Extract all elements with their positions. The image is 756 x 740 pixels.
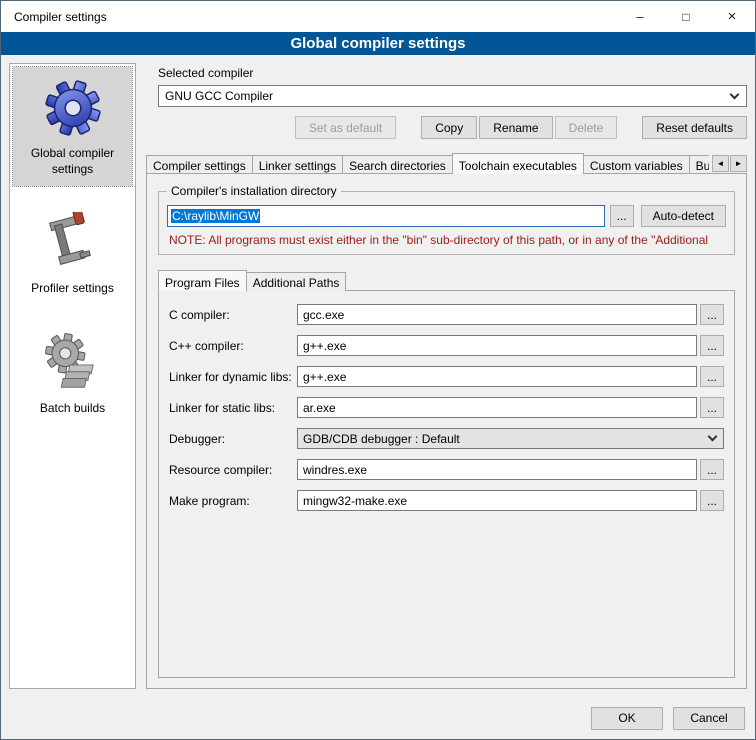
compiler-select[interactable]: GNU GCC Compiler [158, 85, 747, 107]
linker-static-input[interactable]: ar.exe [297, 397, 697, 418]
programs-location-note: NOTE: All programs must exist either in … [169, 233, 726, 247]
tab-custom-variables[interactable]: Custom variables [583, 155, 690, 174]
cpp-compiler-input[interactable]: g++.exe [297, 335, 697, 356]
tab-scroll-left-icon[interactable]: ◄ [712, 155, 729, 172]
sidebar-item-global-compiler-settings[interactable]: Global compiler settings [13, 67, 132, 186]
close-button[interactable]: × [709, 1, 755, 32]
subtab-program-files[interactable]: Program Files [158, 270, 247, 292]
debugger-label: Debugger: [169, 432, 297, 446]
subtab-additional-paths[interactable]: Additional Paths [246, 272, 347, 291]
make-program-input[interactable]: mingw32-make.exe [297, 490, 697, 511]
resource-compiler-input[interactable]: windres.exe [297, 459, 697, 480]
tab-linker-settings[interactable]: Linker settings [252, 155, 343, 174]
dialog-body: Global compiler settings Profiler settin… [1, 55, 755, 697]
tab-scroll-buttons: ◄ ► [712, 155, 747, 172]
compiler-actions: Set as default Copy Rename Delete Reset … [158, 116, 747, 139]
settings-sidebar: Global compiler settings Profiler settin… [9, 63, 136, 689]
delete-button[interactable]: Delete [555, 116, 618, 139]
installation-directory-group: Compiler's installation directory C:\ray… [158, 191, 735, 255]
tab-compiler-settings[interactable]: Compiler settings [146, 155, 253, 174]
compiler-select-value: GNU GCC Compiler [165, 89, 731, 103]
field-row-resource-compiler: Resource compiler: windres.exe ... [169, 459, 724, 480]
field-row-linker-dynamic: Linker for dynamic libs: g++.exe ... [169, 366, 724, 387]
selected-compiler-label: Selected compiler [158, 66, 747, 80]
linker-dynamic-label: Linker for dynamic libs: [169, 370, 297, 384]
install-dir-browse-button[interactable]: ... [610, 205, 634, 227]
gray-gear-stack-icon [42, 332, 104, 394]
installation-directory-label: Compiler's installation directory [167, 184, 341, 198]
chevron-down-icon [708, 432, 718, 442]
auto-detect-button[interactable]: Auto-detect [641, 205, 726, 227]
tab-toolchain-executables[interactable]: Toolchain executables [452, 153, 584, 174]
program-files-tab-bar: Program Files Additional Paths [158, 270, 735, 291]
tab-search-directories[interactable]: Search directories [342, 155, 453, 174]
sidebar-item-profiler-settings[interactable]: Profiler settings [13, 202, 132, 306]
cpp-compiler-label: C++ compiler: [169, 339, 297, 353]
install-dir-input[interactable]: C:\raylib\MinGW [167, 205, 605, 227]
make-program-browse-button[interactable]: ... [700, 490, 724, 511]
dialog-header: Global compiler settings [1, 32, 755, 55]
linker-static-value: ar.exe [303, 401, 336, 415]
field-row-c-compiler: C compiler: gcc.exe ... [169, 304, 724, 325]
minimize-button[interactable]: – [617, 1, 663, 32]
c-compiler-value: gcc.exe [303, 308, 344, 322]
sidebar-item-label: Global compiler settings [15, 146, 130, 177]
copy-button[interactable]: Copy [421, 116, 477, 139]
resource-compiler-label: Resource compiler: [169, 463, 297, 477]
linker-dynamic-value: g++.exe [303, 370, 346, 384]
main-panel: Selected compiler GNU GCC Compiler Set a… [146, 63, 747, 689]
linker-static-label: Linker for static libs: [169, 401, 297, 415]
title-bar: Compiler settings – □ × [1, 1, 755, 32]
debugger-select[interactable]: GDB/CDB debugger : Default [297, 428, 724, 449]
cpp-compiler-browse-button[interactable]: ... [700, 335, 724, 356]
cpp-compiler-value: g++.exe [303, 339, 346, 353]
c-compiler-input[interactable]: gcc.exe [297, 304, 697, 325]
linker-static-browse-button[interactable]: ... [700, 397, 724, 418]
install-dir-selected-text: C:\raylib\MinGW [171, 209, 260, 223]
sidebar-item-label: Profiler settings [15, 281, 130, 297]
debugger-select-value: GDB/CDB debugger : Default [303, 432, 709, 446]
sidebar-item-label: Batch builds [15, 401, 130, 417]
make-program-label: Make program: [169, 494, 297, 508]
chevron-down-icon [730, 89, 740, 99]
sidebar-item-batch-builds[interactable]: Batch builds [13, 322, 132, 426]
profiler-clamp-icon [42, 212, 104, 274]
linker-dynamic-browse-button[interactable]: ... [700, 366, 724, 387]
program-files-panel: C compiler: gcc.exe ... C++ compiler: g+… [158, 290, 735, 678]
maximize-button[interactable]: □ [663, 1, 709, 32]
field-row-linker-static: Linker for static libs: ar.exe ... [169, 397, 724, 418]
dialog-footer: OK Cancel [1, 697, 755, 739]
c-compiler-browse-button[interactable]: ... [700, 304, 724, 325]
resource-compiler-browse-button[interactable]: ... [700, 459, 724, 480]
field-row-debugger: Debugger: GDB/CDB debugger : Default [169, 428, 724, 449]
field-row-make-program: Make program: mingw32-make.exe ... [169, 490, 724, 511]
toolchain-executables-panel: Compiler's installation directory C:\ray… [146, 173, 747, 689]
make-program-value: mingw32-make.exe [303, 494, 407, 508]
tab-scroll-right-icon[interactable]: ► [730, 155, 747, 172]
c-compiler-label: C compiler: [169, 308, 297, 322]
blue-gear-icon [42, 77, 104, 139]
compiler-settings-window: Compiler settings – □ × Global compiler … [0, 0, 756, 740]
installation-directory-row: C:\raylib\MinGW ... Auto-detect [167, 205, 726, 227]
ok-button[interactable]: OK [591, 707, 663, 730]
reset-defaults-button[interactable]: Reset defaults [642, 116, 747, 139]
tab-build-options-truncated[interactable]: Build [689, 155, 709, 174]
settings-tab-bar: Compiler settings Linker settings Search… [146, 152, 747, 174]
set-as-default-button[interactable]: Set as default [295, 116, 396, 139]
window-title: Compiler settings [1, 10, 617, 24]
linker-dynamic-input[interactable]: g++.exe [297, 366, 697, 387]
cancel-button[interactable]: Cancel [673, 707, 745, 730]
rename-button[interactable]: Rename [479, 116, 552, 139]
resource-compiler-value: windres.exe [303, 463, 367, 477]
field-row-cpp-compiler: C++ compiler: g++.exe ... [169, 335, 724, 356]
